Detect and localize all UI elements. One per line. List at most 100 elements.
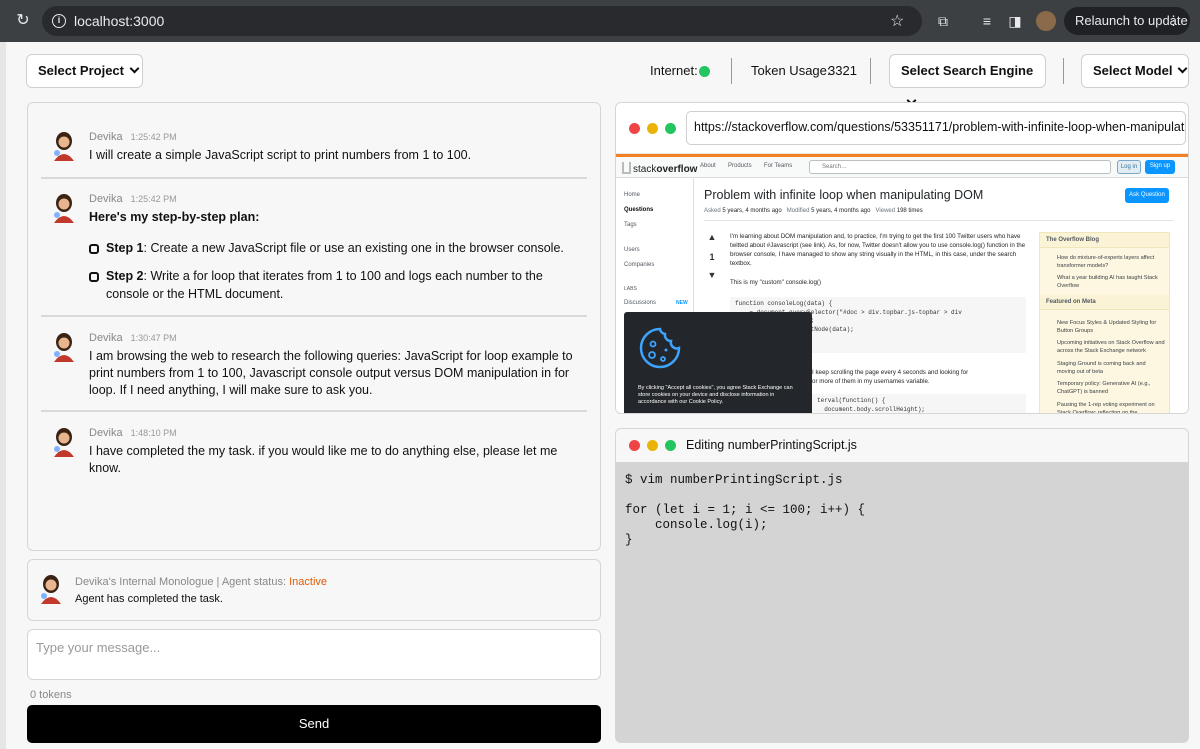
- token-counter: 0 tokens: [30, 689, 72, 701]
- step-text: : Write a for loop that iterates from 1 …: [106, 269, 543, 301]
- reload-icon[interactable]: ↻: [14, 12, 32, 30]
- message-time: 1:30:47 PM: [130, 333, 177, 343]
- minimize-dot-icon: [647, 123, 658, 134]
- side-panel-icon[interactable]: ◨: [1006, 12, 1024, 30]
- so-meta-header: Featured on Meta: [1040, 295, 1169, 310]
- devika-avatar: [54, 333, 74, 362]
- downvote-icon[interactable]: ▼: [704, 270, 720, 280]
- plan-step-1[interactable]: Step 1: Create a new JavaScript file or …: [89, 239, 579, 259]
- so-question-body: I keep scrolling the page every 4 second…: [812, 369, 969, 385]
- editor-code[interactable]: $ vim numberPrintingScript.js for (let i…: [625, 473, 865, 548]
- select-model-button[interactable]: Select Model: [1081, 54, 1189, 88]
- select-search-engine-button[interactable]: Select Search Engine: [889, 54, 1046, 106]
- internet-status-dot: [699, 66, 710, 77]
- editor-title: Editing numberPrintingScript.js: [686, 438, 857, 452]
- chat-panel[interactable]: Devika 1:25:42 PM I will create a simple …: [27, 102, 601, 551]
- message-divider: [41, 177, 587, 179]
- devika-avatar: [54, 428, 74, 457]
- so-meta-item[interactable]: Staging Ground is coming back and moving…: [1057, 361, 1165, 376]
- message-time: 1:25:42 PM: [130, 132, 177, 142]
- message-text: I have completed the my task. if you wou…: [89, 444, 558, 475]
- divider: [870, 58, 871, 84]
- message-divider: [41, 315, 587, 317]
- divider: [1063, 58, 1064, 84]
- so-blog-item[interactable]: What a year building AI has taught Stack…: [1057, 275, 1165, 290]
- cookie-text: By clicking "Accept all cookies", you ag…: [638, 385, 793, 405]
- site-info-icon[interactable]: i: [52, 14, 66, 28]
- so-login-button[interactable]: Log in: [1117, 160, 1141, 174]
- plan-heading: Here's my step-by-step plan:: [89, 210, 260, 224]
- editor-panel: Editing numberPrintingScript.js $ vim nu…: [615, 428, 1189, 743]
- so-meta-item[interactable]: Pausing the 1-rep voting experiment on S…: [1057, 402, 1165, 413]
- so-blog-item[interactable]: How do mixture-of-experts layers affect …: [1057, 255, 1165, 270]
- select-project-button[interactable]: Select Project: [26, 54, 143, 88]
- internal-monologue-panel: Devika's Internal Monologue | Agent stat…: [27, 559, 601, 621]
- divider: [704, 220, 1174, 221]
- message-time: 1:25:42 PM: [130, 194, 177, 204]
- message-time: 1:48:10 PM: [130, 428, 177, 438]
- so-signup-button[interactable]: Sign up: [1145, 160, 1175, 174]
- so-side-companies[interactable]: Companies: [624, 262, 654, 268]
- close-dot-icon: [629, 123, 640, 134]
- so-question-title[interactable]: Problem with infinite loop when manipula…: [704, 188, 983, 202]
- relaunch-button[interactable]: Relaunch to update ⋮: [1064, 7, 1190, 35]
- so-logo: stackoverflow: [622, 160, 697, 175]
- so-search-input[interactable]: Search…: [809, 160, 1111, 174]
- minimize-dot-icon: [647, 440, 658, 451]
- message-input[interactable]: [27, 629, 601, 680]
- monologue-header: Devika's Internal Monologue | Agent stat…: [75, 576, 328, 588]
- so-nav-teams[interactable]: For Teams: [764, 163, 792, 169]
- select-project-label: Select Project: [38, 63, 124, 78]
- message-sender: Devika 1:25:42 PM: [89, 193, 177, 205]
- step-label: Step 2: [106, 269, 144, 283]
- message-sender: Devika 1:48:10 PM: [89, 427, 177, 439]
- message-text: I am browsing the web to research the fo…: [89, 349, 573, 397]
- extensions-icon[interactable]: ⧉: [934, 12, 952, 30]
- upvote-icon[interactable]: ▲: [704, 232, 720, 242]
- so-ask-question-button[interactable]: Ask Question: [1125, 188, 1169, 203]
- select-search-engine-label: Select Search Engine: [901, 63, 1034, 78]
- so-meta-item[interactable]: Temporary policy: Generative AI (e.g., C…: [1057, 381, 1165, 396]
- maximize-dot-icon: [665, 440, 676, 451]
- step-checkbox[interactable]: [89, 244, 99, 254]
- vote-count: 1: [709, 252, 715, 262]
- token-usage-label: Token Usage:: [751, 63, 831, 78]
- left-scrollbar[interactable]: [0, 42, 6, 749]
- browser-panel-url[interactable]: https://stackoverflow.com/questions/5335…: [686, 111, 1186, 145]
- so-meta-item[interactable]: New Focus Styles & Updated Styling for B…: [1057, 320, 1165, 335]
- monologue-text: Agent has completed the task.: [75, 593, 223, 605]
- message-sender: Devika 1:25:42 PM: [89, 131, 177, 143]
- browser-toolbar: ↻ i localhost:3000 ☆ ⧉ ≡ ◨ Relaunch to u…: [0, 0, 1200, 42]
- so-blog-header: The Overflow Blog: [1040, 233, 1169, 248]
- so-code-block: terval(function() { document.body.scroll…: [812, 394, 1026, 413]
- step-checkbox[interactable]: [89, 272, 99, 282]
- so-side-home[interactable]: Home: [624, 192, 640, 198]
- editor-header: Editing numberPrintingScript.js: [616, 429, 1188, 463]
- so-logo-icon: [622, 162, 631, 174]
- so-side-tags[interactable]: Tags: [624, 222, 637, 228]
- cookie-consent-dialog[interactable]: By clicking "Accept all cookies", you ag…: [624, 312, 812, 413]
- so-meta-item[interactable]: Upcoming initiatives on Stack Overflow a…: [1057, 340, 1165, 355]
- devika-avatar: [54, 194, 74, 223]
- so-side-labs: LABS: [624, 286, 637, 292]
- address-bar[interactable]: i localhost:3000 ☆: [42, 6, 922, 36]
- plan-step-2[interactable]: Step 2: Write a for loop that iterates f…: [89, 267, 579, 305]
- media-controls-icon[interactable]: ≡: [978, 12, 996, 30]
- more-menu-icon[interactable]: ⋮: [1167, 7, 1180, 35]
- so-nav-about[interactable]: About: [700, 163, 716, 169]
- so-overflow-blog: The Overflow Blog How do mixture-of-expe…: [1039, 232, 1170, 413]
- step-label: Step 1: [106, 241, 144, 255]
- so-side-users[interactable]: Users: [624, 247, 640, 253]
- browser-screenshot: stackoverflow About Products For Teams S…: [616, 153, 1188, 413]
- profile-avatar[interactable]: [1036, 11, 1056, 31]
- devika-avatar: [41, 575, 61, 604]
- bookmark-star-icon[interactable]: ☆: [890, 11, 904, 31]
- chevron-down-icon: [129, 63, 140, 74]
- so-nav-products[interactable]: Products: [728, 163, 752, 169]
- divider: [731, 58, 732, 84]
- so-question-body: I'm learning about DOM manipulation and,…: [730, 233, 1026, 267]
- so-side-questions[interactable]: Questions: [624, 207, 653, 213]
- maximize-dot-icon: [665, 123, 676, 134]
- send-button[interactable]: Send: [27, 705, 601, 743]
- so-side-discussions[interactable]: Discussions: [624, 300, 656, 306]
